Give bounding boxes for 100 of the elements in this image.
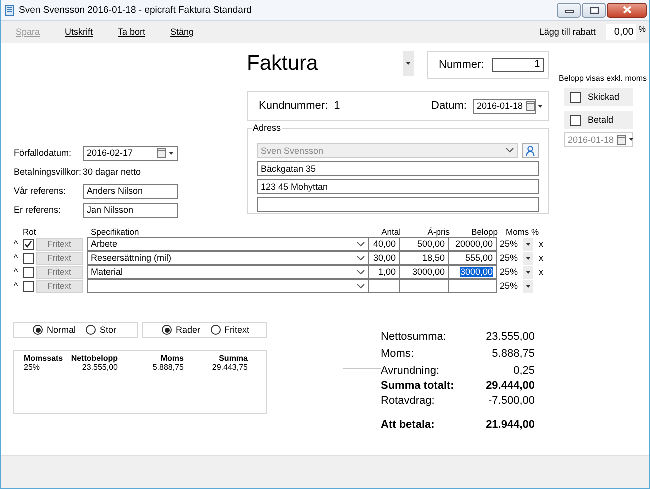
price-field[interactable]: 500,00 — [400, 237, 449, 251]
toolbar-button[interactable]: Stäng — [170, 27, 194, 37]
close-button[interactable] — [607, 2, 647, 18]
dropdown-button[interactable] — [523, 280, 533, 292]
checkbox[interactable] — [570, 114, 581, 126]
radio-button[interactable] — [86, 325, 96, 335]
checkbox[interactable] — [22, 238, 34, 250]
customer-number-label: Kundnummer: — [259, 100, 328, 112]
chevron-icon — [357, 242, 365, 246]
move-up-button[interactable]: ^ — [11, 281, 21, 291]
price-field[interactable]: 3000,00 — [400, 265, 449, 279]
column-header: Specifikation — [91, 227, 140, 237]
remove-button[interactable]: x — [535, 239, 547, 249]
freetext-button[interactable]: Fritext — [36, 238, 83, 250]
item-combobox[interactable] — [87, 279, 369, 293]
quantity-field[interactable]: 1,00 — [369, 265, 400, 279]
calendar-icon — [157, 148, 166, 158]
total-label: Nettosumma: — [381, 330, 448, 344]
chevron-icon — [506, 148, 514, 153]
info-text: Belopp visas exkl. moms — [559, 74, 648, 83]
minimize-icon — [564, 7, 574, 13]
radio-button[interactable] — [162, 325, 172, 335]
price-field[interactable] — [400, 279, 449, 293]
caret-icon — [538, 104, 544, 108]
amount-field[interactable]: 555,00 — [449, 251, 497, 265]
item-combobox[interactable]: Arbete — [87, 237, 369, 251]
person-icon — [526, 146, 535, 156]
address-field[interactable]: 123 45 Mohyttan — [257, 179, 539, 194]
freetext-button[interactable]: Fritext — [36, 252, 83, 264]
column-header: Antal — [380, 227, 402, 237]
input-field[interactable]: Anders Nilson — [83, 184, 178, 198]
toolbar-button[interactable]: Utskrift — [65, 27, 94, 37]
caret-icon — [169, 152, 174, 154]
freetext-button[interactable]: Fritext — [36, 266, 83, 278]
address-field[interactable]: Bäckgatan 35 — [257, 161, 539, 176]
dropdown-button[interactable] — [523, 238, 533, 250]
quantity-field[interactable]: 40,00 — [369, 237, 400, 251]
total-label: Rotavdrag: — [381, 394, 436, 408]
field-label: Förfallodatum: — [14, 148, 73, 158]
input-field[interactable]: Jan Nilsson — [83, 202, 178, 218]
total-value: 23.555,00 — [486, 330, 535, 344]
checkbox[interactable] — [22, 266, 34, 278]
quantity-field[interactable] — [369, 279, 400, 293]
radio-button[interactable] — [210, 325, 221, 335]
total-value: -7.500,00 — [488, 394, 535, 408]
calendar-icon — [617, 134, 626, 144]
caret-icon — [629, 138, 634, 141]
percent-label: % — [638, 25, 646, 34]
field-label: Er referens: — [14, 205, 62, 215]
column-header: Summa — [218, 354, 248, 363]
table-cell-text: 29.443,75 — [211, 363, 248, 372]
move-up-button[interactable]: ^ — [11, 253, 21, 263]
checkbox-label: Betald — [588, 115, 614, 125]
date-picker[interactable]: 2016-02-17 — [83, 146, 178, 160]
move-up-button[interactable]: ^ — [11, 267, 21, 277]
date-picker[interactable]: 2016-01-18 — [564, 132, 633, 147]
toolbar-button[interactable]: Ta bort — [118, 27, 146, 37]
column-header: Nettobelopp — [70, 354, 118, 363]
field-label: Betalningsvillkor: — [14, 167, 83, 177]
item-combobox[interactable]: Reseersättning (mil) — [87, 251, 369, 265]
price-field[interactable]: 18,50 — [400, 251, 449, 265]
dropdown-button[interactable] — [523, 266, 533, 278]
radio-button[interactable] — [33, 325, 43, 335]
column-header: Momssats — [24, 354, 64, 363]
chevron-icon — [357, 270, 365, 274]
discount-field[interactable]: 0,00 — [606, 24, 636, 40]
amount-field[interactable] — [449, 279, 497, 293]
item-combobox[interactable]: Material — [87, 265, 369, 279]
number-field[interactable]: 1 — [492, 58, 544, 72]
dropdown-button[interactable] — [403, 51, 414, 76]
checkbox[interactable] — [570, 92, 581, 102]
total-value: 0,25 — [512, 364, 535, 378]
total-label: Att betala: — [381, 418, 436, 433]
date-label: Datum: — [432, 100, 467, 112]
caret-icon — [526, 256, 530, 260]
vat-rate: 25% — [499, 239, 520, 249]
total-label: Avrundning: — [381, 364, 441, 378]
field-value: 30 dagar netto — [83, 167, 142, 177]
minimize-button[interactable] — [557, 2, 581, 18]
checkbox[interactable] — [22, 280, 34, 292]
amount-field[interactable]: 3000,00 — [449, 265, 497, 279]
remove-button[interactable]: x — [535, 253, 547, 263]
contact-button[interactable] — [522, 143, 539, 158]
amount-field[interactable]: 20000,00 — [449, 237, 497, 251]
field-label: Vår referens: — [14, 186, 68, 196]
column-header: Moms % — [505, 227, 540, 237]
freetext-button[interactable]: Fritext — [36, 280, 83, 292]
radio-label: Rader — [176, 325, 201, 335]
move-up-button[interactable]: ^ — [11, 239, 21, 249]
dropdown-button[interactable] — [523, 252, 533, 264]
maximize-button[interactable] — [582, 2, 606, 18]
remove-button[interactable]: x — [535, 267, 547, 277]
radio-label: Fritext — [224, 325, 250, 335]
table-cell-text: 5.888,75 — [152, 363, 184, 372]
document-title: Faktura — [247, 52, 320, 77]
quantity-field[interactable]: 30,00 — [369, 251, 400, 265]
address-field[interactable] — [257, 197, 539, 212]
checkbox[interactable] — [22, 252, 34, 264]
total-value: 29.444,00 — [486, 379, 535, 392]
table-cell-text: 23.555,00 — [81, 363, 118, 372]
